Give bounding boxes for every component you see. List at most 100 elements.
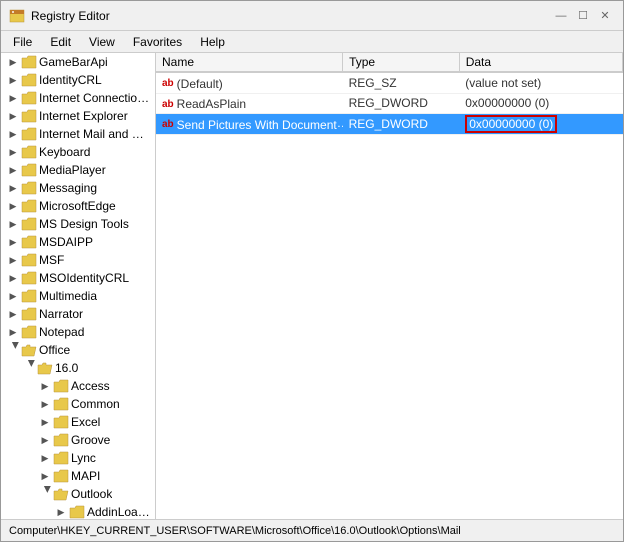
folder-icon xyxy=(21,73,37,87)
folder-icon xyxy=(21,199,37,213)
registry-icon xyxy=(9,8,25,24)
cell-type: REG_DWORD xyxy=(343,114,460,135)
menu-edit[interactable]: Edit xyxy=(42,33,79,51)
toggle-icon: ▶ xyxy=(5,90,21,106)
ab-icon: ab xyxy=(162,119,174,130)
title-bar: Registry Editor — ☐ ✕ xyxy=(1,1,623,31)
table-row[interactable]: ab (Default) REG_SZ (value not set) xyxy=(156,72,623,93)
tree-label: Notepad xyxy=(37,325,84,339)
close-button[interactable]: ✕ xyxy=(595,6,615,26)
row-icon: ab (Default) xyxy=(162,77,223,91)
tree-item-mapi[interactable]: ▶ MAPI xyxy=(1,467,155,485)
tree-item-excel[interactable]: ▶ Excel xyxy=(1,413,155,431)
tree-item-notepad[interactable]: ▶ Notepad xyxy=(1,323,155,341)
tree-item-identitycrl[interactable]: ▶ IdentityCRL xyxy=(1,71,155,89)
tree-item-messaging[interactable]: ▶ Messaging xyxy=(1,179,155,197)
ab-icon: ab xyxy=(162,99,174,110)
tree-item-internetexplorer[interactable]: ▶ Internet Explorer xyxy=(1,107,155,125)
tree-label: MediaPlayer xyxy=(37,163,106,177)
toggle-icon: ▶ xyxy=(5,72,21,88)
tree-label: MSDAIPP xyxy=(37,235,93,249)
maximize-button[interactable]: ☐ xyxy=(573,6,593,26)
tree-item-internetconnectionwizard[interactable]: ▶ Internet Connection Wizard xyxy=(1,89,155,107)
tree-label: Common xyxy=(69,397,120,411)
toggle-icon: ▶ xyxy=(5,216,21,232)
tree-item-msf[interactable]: ▶ MSF xyxy=(1,251,155,269)
tree-label: Internet Explorer xyxy=(37,109,128,123)
tree-item-lync[interactable]: ▶ Lync xyxy=(1,449,155,467)
column-header-name: Name xyxy=(156,53,343,72)
toggle-icon: ▶ xyxy=(37,432,53,448)
toggle-icon: ▶ xyxy=(5,198,21,214)
cell-name: ab (Default) xyxy=(156,72,343,93)
tree-item-internetmailandnews[interactable]: ▶ Internet Mail and News xyxy=(1,125,155,143)
folder-icon xyxy=(21,325,37,339)
toggle-icon: ▶ xyxy=(5,144,21,160)
tree-label: 16.0 xyxy=(53,361,78,375)
tree-item-narrator[interactable]: ▶ Narrator xyxy=(1,305,155,323)
toggle-icon: ▶ xyxy=(53,504,69,519)
table-row[interactable]: ab ReadAsPlain REG_DWORD 0x00000000 (0) xyxy=(156,93,623,114)
menu-favorites[interactable]: Favorites xyxy=(125,33,190,51)
tree-label: MicrosoftEdge xyxy=(37,199,116,213)
tree-item-16-0[interactable]: ▶ 16.0 xyxy=(1,359,155,377)
tree-item-office[interactable]: ▶ Office xyxy=(1,341,155,359)
tree-label: Office xyxy=(37,343,70,357)
tree-item-microsoftedge[interactable]: ▶ MicrosoftEdge xyxy=(1,197,155,215)
row-icon: ab ReadAsPlain xyxy=(162,97,246,111)
table-header-row: Name Type Data xyxy=(156,53,623,72)
tree-label: Lync xyxy=(69,451,96,465)
menu-view[interactable]: View xyxy=(81,33,123,51)
tree-panel[interactable]: ▶ GameBarApi ▶ IdentityCRL ▶ In xyxy=(1,53,156,519)
toggle-icon: ▶ xyxy=(21,360,37,376)
tree-item-multimedia[interactable]: ▶ Multimedia xyxy=(1,287,155,305)
folder-open-icon xyxy=(21,343,37,357)
ab-icon: ab xyxy=(162,78,174,89)
toggle-icon: ▶ xyxy=(5,234,21,250)
tree-item-addinloadtimes[interactable]: ▶ AddinLoadTimes xyxy=(1,503,155,519)
toggle-icon: ▶ xyxy=(5,126,21,142)
tree-label: MSF xyxy=(37,253,64,267)
folder-icon xyxy=(53,397,69,411)
window-title: Registry Editor xyxy=(31,9,110,23)
tree-label: GameBarApi xyxy=(37,55,108,69)
folder-icon xyxy=(21,181,37,195)
toggle-icon: ▶ xyxy=(5,180,21,196)
tree-item-keyboard[interactable]: ▶ Keyboard xyxy=(1,143,155,161)
toggle-icon: ▶ xyxy=(37,414,53,430)
tree-item-gamebarapi[interactable]: ▶ GameBarApi xyxy=(1,53,155,71)
tree-item-mediaplayer[interactable]: ▶ MediaPlayer xyxy=(1,161,155,179)
menu-file[interactable]: File xyxy=(5,33,40,51)
toggle-icon: ▶ xyxy=(37,378,53,394)
toggle-icon: ▶ xyxy=(5,288,21,304)
toggle-icon: ▶ xyxy=(5,270,21,286)
toggle-icon: ▶ xyxy=(37,396,53,412)
tree-item-access[interactable]: ▶ Access xyxy=(1,377,155,395)
cell-data: (value not set) xyxy=(459,72,622,93)
window-controls: — ☐ ✕ xyxy=(551,6,615,26)
tree-item-common[interactable]: ▶ Common xyxy=(1,395,155,413)
tree-item-outlook[interactable]: ▶ Outlook xyxy=(1,485,155,503)
tree-label: Access xyxy=(69,379,110,393)
table-row[interactable]: ab Send Pictures With Document REG_DWORD… xyxy=(156,114,623,135)
toggle-icon: ▶ xyxy=(37,486,53,502)
folder-icon xyxy=(21,145,37,159)
menu-help[interactable]: Help xyxy=(192,33,233,51)
cell-type: REG_SZ xyxy=(343,72,460,93)
tree-label: MS Design Tools xyxy=(37,217,129,231)
toggle-icon: ▶ xyxy=(5,306,21,322)
tree-item-groove[interactable]: ▶ Groove xyxy=(1,431,155,449)
folder-icon xyxy=(53,379,69,393)
tree-label: Messaging xyxy=(37,181,97,195)
minimize-button[interactable]: — xyxy=(551,6,571,26)
tree-item-msoidentitycrl[interactable]: ▶ MSOIdentityCRL xyxy=(1,269,155,287)
tree-label: MAPI xyxy=(69,469,100,483)
column-header-data: Data xyxy=(459,53,622,72)
folder-icon xyxy=(21,55,37,69)
folder-icon xyxy=(21,307,37,321)
tree-item-msdesigntools[interactable]: ▶ MS Design Tools xyxy=(1,215,155,233)
registry-editor-window: Registry Editor — ☐ ✕ File Edit View Fav… xyxy=(0,0,624,542)
tree-item-msdaipp[interactable]: ▶ MSDAIPP xyxy=(1,233,155,251)
registry-table: Name Type Data ab (Default) xyxy=(156,53,623,519)
toggle-icon: ▶ xyxy=(5,54,21,70)
